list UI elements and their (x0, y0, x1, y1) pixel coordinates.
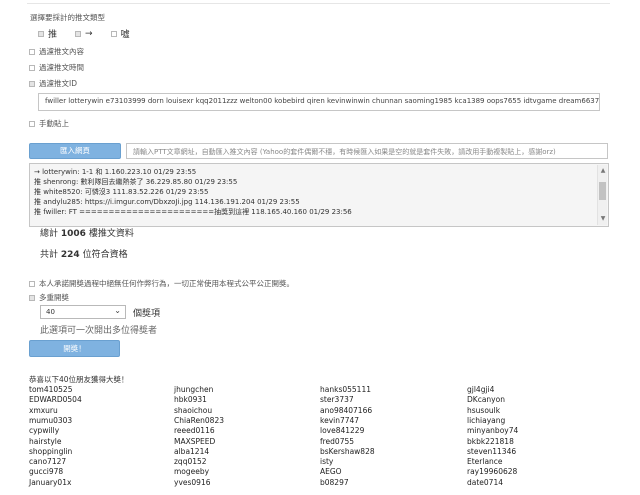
scroll-thumb[interactable] (599, 182, 606, 200)
winner-name: jhungchen (174, 385, 214, 394)
winner-name: hairstyle (29, 436, 62, 446)
winner-name: ray19960628 (467, 467, 518, 477)
push-scrollbar[interactable]: ▲ ▼ (597, 165, 607, 225)
push-line: 推 fwiller: FT =======================抽獎到… (34, 208, 352, 216)
winner-name: b08297 (320, 477, 349, 487)
eligible-count-text: 共計 224 位符合資格 (40, 247, 128, 260)
winner-name: gjl4gji4 (467, 385, 495, 394)
winner-name: gucci978 (29, 467, 64, 477)
winner-name: xmxuru (29, 405, 58, 415)
winner-name: bsKershaw828 (320, 446, 375, 456)
scroll-up-icon[interactable]: ▲ (598, 167, 608, 175)
filter-time-option[interactable]: 過濾推文時間 (29, 62, 84, 73)
winner-name: January01x (29, 477, 72, 487)
total-suffix: 樓推文資料 (88, 229, 134, 239)
eligible-prefix: 共計 (40, 250, 59, 260)
import-page-button[interactable]: 匯入網頁 (29, 143, 121, 159)
winner-name: MAXSPEED (174, 436, 216, 446)
winner-name: bkbk221818 (467, 436, 514, 446)
winner-name: EDWARD0504 (29, 395, 82, 405)
winner-name: date0714 (467, 477, 503, 487)
push-line: 推 white8520: 可憐沒3 111.83.52.226 01/29 23… (34, 188, 209, 196)
checkbox-agree[interactable] (29, 280, 35, 287)
winner-name: yves0916 (174, 477, 211, 487)
push-type-options: 推 → 噓 (38, 27, 130, 40)
checkbox-manual-paste[interactable] (29, 120, 35, 127)
winner-name: zqq0152 (174, 457, 207, 467)
total-prefix: 總計 (40, 229, 59, 239)
checkbox-multi-draw[interactable] (29, 294, 35, 301)
filter-time-label: 過濾推文時間 (39, 63, 84, 72)
winner-name: minyanboy74 (467, 426, 519, 436)
winner-name: hanks055111 (320, 385, 371, 394)
winner-name: ChiaRen0823 (174, 415, 224, 425)
winner-name: AEGO (320, 467, 342, 477)
filter-id-option[interactable]: 過濾推文ID (29, 78, 77, 89)
winner-count-select[interactable]: 40 ⌄ (40, 305, 126, 319)
top-divider (27, 3, 610, 4)
agree-option[interactable]: 本人承諾開獎過程中絕無任何作弊行為，一切正常使用本程式公平公正開獎。 (29, 278, 294, 289)
checkbox-filter-time[interactable] (29, 64, 35, 71)
ptt-url-input[interactable]: 請輸入PTT文章網址，自動匯入推文內容 (Yahoo的套件偶爾不穩，有時候匯入如… (126, 143, 608, 159)
checkbox-filter-id[interactable] (29, 80, 35, 87)
winner-name: fred0755 (320, 436, 355, 446)
total-count-text: 總計 1006 樓推文資料 (40, 226, 134, 239)
manual-paste-option[interactable]: 手動貼上 (29, 118, 69, 129)
multi-draw-label: 多重開獎 (39, 293, 69, 302)
winner-name: ster3737 (320, 395, 354, 405)
eligible-suffix: 位符合資格 (82, 250, 128, 260)
winner-name: alba1214 (174, 446, 210, 456)
winner-name: shaoichou (174, 405, 213, 415)
manual-paste-label: 手動貼上 (39, 119, 69, 128)
filter-content-label: 過濾推文內容 (39, 47, 84, 56)
winner-name: kevin7747 (320, 415, 360, 425)
winners-title: 恭喜以下40位朋友獲得大獎！ (29, 375, 129, 384)
winner-name: Eterlance (467, 457, 503, 467)
filter-content-option[interactable]: 過濾推文內容 (29, 46, 84, 57)
push-type-section-title: 選擇要採計的推文類型 (30, 13, 105, 22)
winner-name: mumu0303 (29, 415, 73, 425)
winner-name: isty (320, 457, 334, 467)
winner-count-value: 40 (46, 308, 55, 316)
checkbox-push[interactable] (38, 30, 44, 37)
winner-name: hsusoulk (467, 405, 501, 415)
winner-name: tom410525 (29, 385, 73, 394)
chevron-down-icon: ⌄ (114, 306, 121, 315)
winner-name: cano7127 (29, 457, 67, 467)
push-line: 推 shenrong: 數利隊回去繼熱茶了 36.229.85.80 01/29… (34, 178, 238, 186)
push-content-textarea[interactable]: → lotterywin: 1-1 和 1.160.223.10 01/29 2… (29, 163, 609, 227)
start-draw-button[interactable]: 開獎！ (29, 340, 120, 357)
push-line: 推 andylu285: https://i.imgur.com/DbxzoJi… (34, 198, 300, 206)
filter-id-input[interactable]: fwiller lotterywin e73103999 dorn louise… (38, 93, 600, 111)
push-type-label-2: 噓 (120, 30, 130, 40)
push-type-label-1: → (85, 28, 93, 39)
push-type-label-0: 推 (48, 30, 58, 40)
checkbox-arrow[interactable] (75, 30, 82, 37)
winner-name: mogeeby (174, 467, 210, 477)
agree-label: 本人承諾開獎過程中絕無任何作弊行為，一切正常使用本程式公平公正開獎。 (39, 279, 294, 288)
winner-name: hbk0931 (174, 395, 207, 405)
multi-draw-hint: 此選項可一次開出多位得獎者 (40, 326, 158, 336)
push-line: → lotterywin: 1-1 和 1.160.223.10 01/29 2… (34, 168, 197, 176)
checkbox-filter-content[interactable] (29, 48, 35, 55)
total-count: 1006 (60, 229, 86, 239)
winner-name: love841229 (320, 426, 365, 436)
winner-name: ano98407166 (320, 405, 373, 415)
winner-name: cypwilly (29, 426, 60, 436)
winner-name: steven11346 (467, 446, 517, 456)
eligible-count: 224 (60, 250, 80, 260)
winner-name: shoppinglin (29, 446, 73, 456)
multi-draw-option[interactable]: 多重開獎 (29, 292, 69, 303)
checkbox-boo[interactable] (110, 30, 117, 37)
scroll-down-icon[interactable]: ▼ (598, 215, 608, 223)
push-lines: → lotterywin: 1-1 和 1.160.223.10 01/29 2… (34, 167, 594, 217)
winner-name: reeed0116 (174, 426, 215, 436)
winner-count-label: 個獎項 (133, 309, 161, 319)
filter-id-label: 過濾推文ID (39, 79, 77, 88)
winner-name: DKcanyon (467, 395, 505, 405)
winner-name: lichiayang (467, 415, 506, 425)
